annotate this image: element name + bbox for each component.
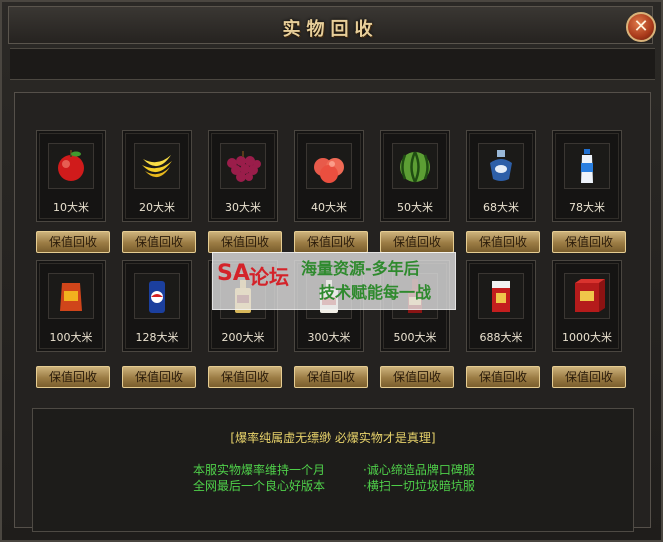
item-slot: 40大米 [294, 130, 364, 222]
recycle-button[interactable]: 保值回收 [380, 231, 454, 253]
soda-can-icon [134, 273, 180, 319]
title-bar: 实物回收 [8, 6, 653, 44]
item-slot: 20大米 [122, 130, 192, 222]
recycle-button[interactable]: 保值回收 [380, 366, 454, 388]
grapes-icon [220, 143, 266, 189]
info-left-line-1: 本服实物爆率维持一个月 [193, 463, 326, 477]
close-button[interactable]: ✕ [626, 12, 656, 42]
cigarette-carton-icon [564, 273, 610, 319]
item-slot: 68大米 [466, 130, 536, 222]
perfume-icon [478, 143, 524, 189]
recycle-button[interactable]: 保值回收 [294, 366, 368, 388]
recycle-button[interactable]: 保值回收 [36, 366, 110, 388]
recycle-window: 实物回收 ✕ 10大米 20大米 30大米 40大米 50大米 68大米 78大… [0, 0, 663, 542]
item-slot: 10大米 [36, 130, 106, 222]
item-price: 20大米 [139, 201, 175, 214]
item-price: 100大米 [49, 331, 93, 344]
recycle-button[interactable]: 保值回收 [208, 366, 282, 388]
recycle-button[interactable]: 保值回收 [294, 231, 368, 253]
watermark-logo-text: 论坛 [249, 265, 289, 289]
watermelon-icon [392, 143, 438, 189]
window-title: 实物回收 [282, 19, 379, 40]
apple-icon [48, 143, 94, 189]
item-price: 30大米 [225, 201, 261, 214]
item-slot: 128大米 [122, 260, 192, 352]
item-price: 10大米 [53, 201, 89, 214]
recycle-button[interactable]: 保值回收 [36, 231, 110, 253]
recycle-button[interactable]: 保值回收 [208, 231, 282, 253]
watermark-line-2: 技术赋能每一战 [319, 283, 432, 302]
info-right-line-1: ·诚心缔造品牌口碑服 [363, 463, 475, 477]
item-price: 40大米 [311, 201, 347, 214]
recycle-button[interactable]: 保值回收 [122, 231, 196, 253]
peach-icon [306, 143, 352, 189]
info-box: [爆率纯属虚无缥缈 必爆实物才是真理] 本服实物爆率维持一个月 全网最后一个良心… [32, 408, 634, 532]
recycle-button[interactable]: 保值回收 [552, 366, 626, 388]
item-slot: 100大米 [36, 260, 106, 352]
recycle-button[interactable]: 保值回收 [552, 231, 626, 253]
watermark-overlay: SA 论坛 海量资源-多年后 技术赋能每一战 [212, 252, 456, 310]
item-price: 1000大米 [562, 331, 612, 344]
item-price: 128大米 [135, 331, 179, 344]
item-slot: 1000大米 [552, 260, 622, 352]
item-price: 200大米 [221, 331, 265, 344]
drink-bottle-icon [564, 143, 610, 189]
item-price: 50大米 [397, 201, 433, 214]
recycle-button[interactable]: 保值回收 [122, 366, 196, 388]
info-left-line-2: 全网最后一个良心好版本 [193, 479, 326, 493]
item-slot: 30大米 [208, 130, 278, 222]
item-price: 300大米 [307, 331, 351, 344]
info-right-line-2: ·横扫一切垃圾暗坑服 [363, 479, 475, 493]
recycle-button[interactable]: 保值回收 [466, 366, 540, 388]
banana-icon [134, 143, 180, 189]
recycle-button[interactable]: 保值回收 [466, 231, 540, 253]
info-headline: [爆率纯属虚无缥缈 必爆实物才是真理] [230, 431, 436, 445]
sub-bar [10, 48, 655, 80]
cigarette-pack-icon [478, 273, 524, 319]
item-price: 68大米 [483, 201, 519, 214]
watermark-line-1: 海量资源-多年后 [301, 259, 420, 278]
item-slot: 78大米 [552, 130, 622, 222]
item-slot: 688大米 [466, 260, 536, 352]
watermark-logo: SA [217, 261, 250, 286]
item-price: 78大米 [569, 201, 605, 214]
item-price: 688大米 [479, 331, 523, 344]
snack-bag-icon [48, 273, 94, 319]
item-price: 500大米 [393, 331, 437, 344]
item-slot: 50大米 [380, 130, 450, 222]
